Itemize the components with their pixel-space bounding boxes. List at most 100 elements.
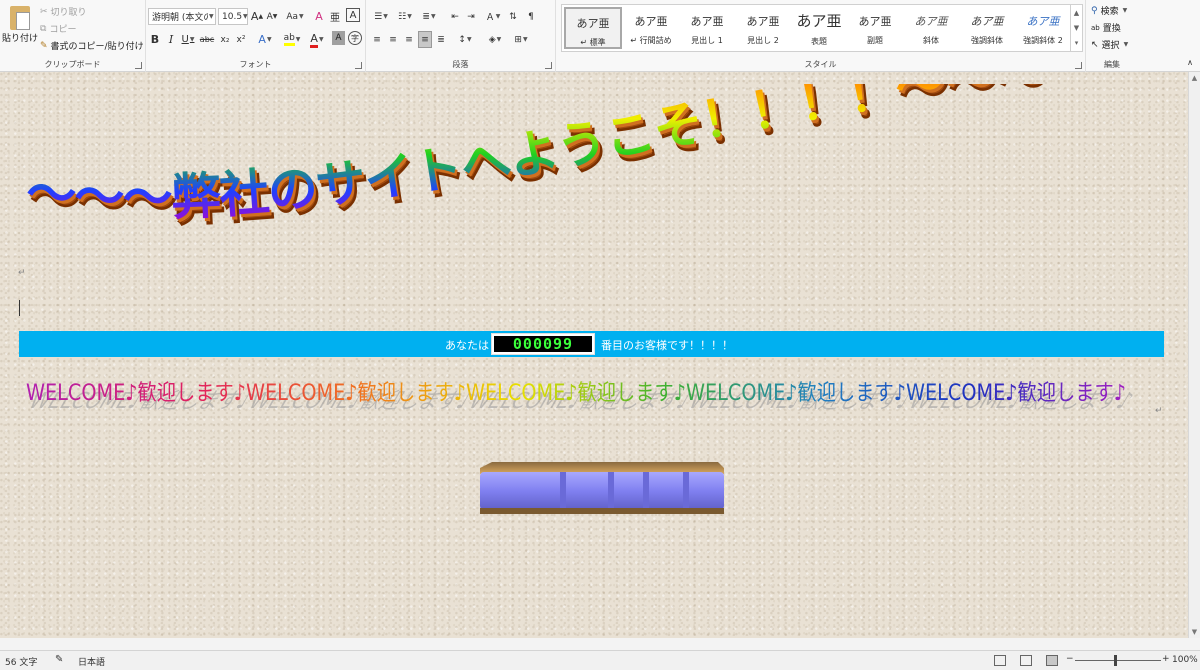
replace-button[interactable]: ab 置換 (1091, 21, 1121, 35)
style-heading-2[interactable]: あア亜 見出し 2 (734, 7, 792, 49)
increase-indent-button[interactable]: ⇥ (464, 8, 478, 25)
font-name-select[interactable]: 游明朝 (本文の ▼ (148, 8, 216, 25)
show-marks-button[interactable]: ¶ (524, 8, 538, 25)
style-intense-emphasis-2[interactable]: あア亜 強調斜体 2 (1014, 7, 1072, 49)
word-count[interactable]: 56 文字 (5, 655, 37, 668)
zoom-slider-thumb[interactable] (1114, 655, 1117, 666)
gallery-scroll[interactable]: ▲ ▼ ▾ (1070, 5, 1082, 51)
styles-group-label: スタイル (804, 60, 837, 69)
superscript-button[interactable]: x² (234, 31, 248, 48)
style-intense-emphasis[interactable]: あア亜 強調斜体 (958, 7, 1016, 49)
chevron-down-icon[interactable]: ▼ (1074, 24, 1079, 32)
underline-button[interactable]: U ▼ (179, 31, 197, 48)
replace-icon: ab (1091, 23, 1100, 32)
chevron-down-icon: ▼ (209, 13, 214, 20)
asian-layout-icon: Ａ (485, 13, 495, 23)
style-subtitle[interactable]: あア亜 副題 (846, 7, 904, 49)
style-title[interactable]: あア亜 表題 (790, 7, 848, 49)
align-left-button[interactable]: ≡ (370, 31, 384, 48)
wordart-title[interactable]: ～～～弊社のサイトへようこそ！！！！～～～ ～～～弊社のサイトへようこそ！！！！… (10, 84, 1130, 264)
clipboard-launcher-icon[interactable] (135, 62, 142, 69)
font-group: 游明朝 (本文の ▼ 10.5 ▼ A ▲ A ▼ Aa ▼ A 亜 A B I U ▼ a… (146, 0, 366, 72)
styles-launcher-icon[interactable] (1075, 62, 1082, 69)
borders-icon: ⊞ (514, 34, 522, 45)
sort-button[interactable]: ⇅ (506, 8, 520, 25)
clipboard-group-label: クリップボード (44, 60, 101, 69)
shading-button[interactable]: ◈ ▼ (484, 31, 506, 48)
clear-format-button[interactable]: A (312, 8, 326, 25)
justify-button[interactable]: ≡ (418, 31, 432, 48)
shrink-font-button[interactable]: A ▼ (265, 8, 279, 25)
decrease-indent-button[interactable]: ⇤ (448, 8, 462, 25)
pilcrow-icon: ¶ (528, 11, 534, 22)
read-mode-icon[interactable] (994, 655, 1006, 666)
find-button[interactable]: ⚲ 検索 ▼ (1091, 4, 1127, 18)
paragraph-launcher-icon[interactable] (545, 62, 552, 69)
multilevel-list-button[interactable]: ≣ ▼ (418, 8, 440, 25)
outdent-icon: ⇤ (451, 11, 459, 22)
status-bar: 56 文字 ✎ 日本語 − + 100% (0, 650, 1200, 670)
grow-font-button[interactable]: A ▲ (250, 8, 264, 25)
zoom-level[interactable]: 100% (1172, 655, 1198, 665)
document-page[interactable]: ～～～弊社のサイトへようこそ！！！！～～～ ～～～弊社のサイトへようこそ！！！！… (0, 72, 1188, 638)
zoom-slider[interactable] (1075, 660, 1161, 661)
phonetic-guide-button[interactable]: 亜 (328, 8, 342, 25)
change-case-button[interactable]: Aa ▼ (284, 8, 306, 25)
vertical-scrollbar[interactable]: ▲ ▼ (1188, 72, 1200, 638)
style-no-spacing[interactable]: あア亜 ↵ 行間詰め (622, 7, 680, 49)
copy-button[interactable]: ⧉ コピー (40, 22, 76, 36)
style-normal[interactable]: あア亜 ↵ 標準 (564, 7, 622, 49)
borders-button[interactable]: ⊞ ▼ (510, 31, 532, 48)
select-button[interactable]: ↖ 選択 ▼ (1091, 38, 1128, 52)
counter-bar: あなたは 000099 番目のお客様です！！！！ (19, 331, 1164, 357)
bold-button[interactable]: B (148, 31, 162, 48)
counter-suffix: 番目のお客様です！！！！ (601, 339, 733, 352)
paste-button[interactable]: 貼り付け (2, 31, 38, 44)
enclose-char-button[interactable]: 字 (348, 31, 362, 45)
align-right-button[interactable]: ≡ (402, 31, 416, 48)
style-emphasis[interactable]: あア亜 斜体 (902, 7, 960, 49)
numbering-button[interactable]: ☷ ▼ (394, 8, 416, 25)
format-painter-button[interactable]: ✎ 書式のコピー/貼り付け (40, 39, 144, 53)
asian-layout-button[interactable]: Ａ ▼ (484, 8, 502, 25)
paste-icon[interactable] (10, 6, 30, 30)
font-color-button[interactable]: A ▼ (306, 31, 328, 48)
more-icon[interactable]: ▾ (1075, 39, 1079, 47)
editing-group: ⚲ 検索 ▼ ab 置換 ↖ 選択 ▼ 編集 (1086, 0, 1138, 72)
line-spacing-button[interactable]: ↕ ▼ (454, 31, 476, 48)
distribute-button[interactable]: ≣ (434, 31, 448, 48)
collapse-ribbon-icon[interactable]: ∧ (1184, 56, 1196, 68)
subscript-button[interactable]: x₂ (218, 31, 232, 48)
wordart-plate[interactable] (478, 460, 726, 516)
zoom-in-icon[interactable]: + (1162, 654, 1170, 664)
web-layout-icon[interactable] (1046, 655, 1058, 666)
font-size-select[interactable]: 10.5 ▼ (218, 8, 248, 25)
align-center-button[interactable]: ≡ (386, 31, 400, 48)
editing-group-label: 編集 (1104, 60, 1120, 69)
clipboard-group: 貼り付け ✂ 切り取り ⧉ コピー ✎ 書式のコピー/貼り付け クリップボード (0, 0, 146, 72)
align-right-icon: ≡ (405, 34, 413, 45)
char-shading-button[interactable]: A (332, 31, 345, 45)
italic-button[interactable]: I (164, 31, 178, 48)
sort-icon: ⇅ (509, 11, 517, 22)
highlight-button[interactable]: ab ▼ (280, 31, 304, 48)
welcome-banner[interactable]: WELCOME♪歓迎します♪WELCOME♪歓迎します♪WELCOME♪歓迎しま… (10, 368, 1170, 418)
style-heading-1[interactable]: あア亜 見出し 1 (678, 7, 736, 49)
text-effects-button[interactable]: A ▼ (254, 31, 276, 48)
chevron-up-icon[interactable]: ▲ (1074, 9, 1079, 17)
print-layout-icon[interactable] (1020, 655, 1032, 666)
indent-icon: ⇥ (467, 11, 475, 22)
language-indicator[interactable]: 日本語 (78, 655, 105, 668)
cut-button[interactable]: ✂ 切り取り (40, 5, 87, 19)
strikethrough-button[interactable]: abc (198, 31, 216, 48)
font-launcher-icon[interactable] (355, 62, 362, 69)
paragraph-mark: ↵ (1155, 406, 1163, 416)
align-left-icon: ≡ (373, 34, 381, 45)
scroll-up-icon[interactable]: ▲ (1189, 72, 1200, 84)
title-text: ～～～弊社のサイトへようこそ！！！！～～～ (24, 84, 1045, 227)
zoom-out-icon[interactable]: − (1066, 654, 1074, 664)
bullets-button[interactable]: ☰ ▼ (370, 8, 392, 25)
char-border-button[interactable]: A (346, 8, 360, 22)
proofing-icon[interactable]: ✎ (55, 654, 63, 665)
scroll-down-icon[interactable]: ▼ (1189, 626, 1200, 638)
